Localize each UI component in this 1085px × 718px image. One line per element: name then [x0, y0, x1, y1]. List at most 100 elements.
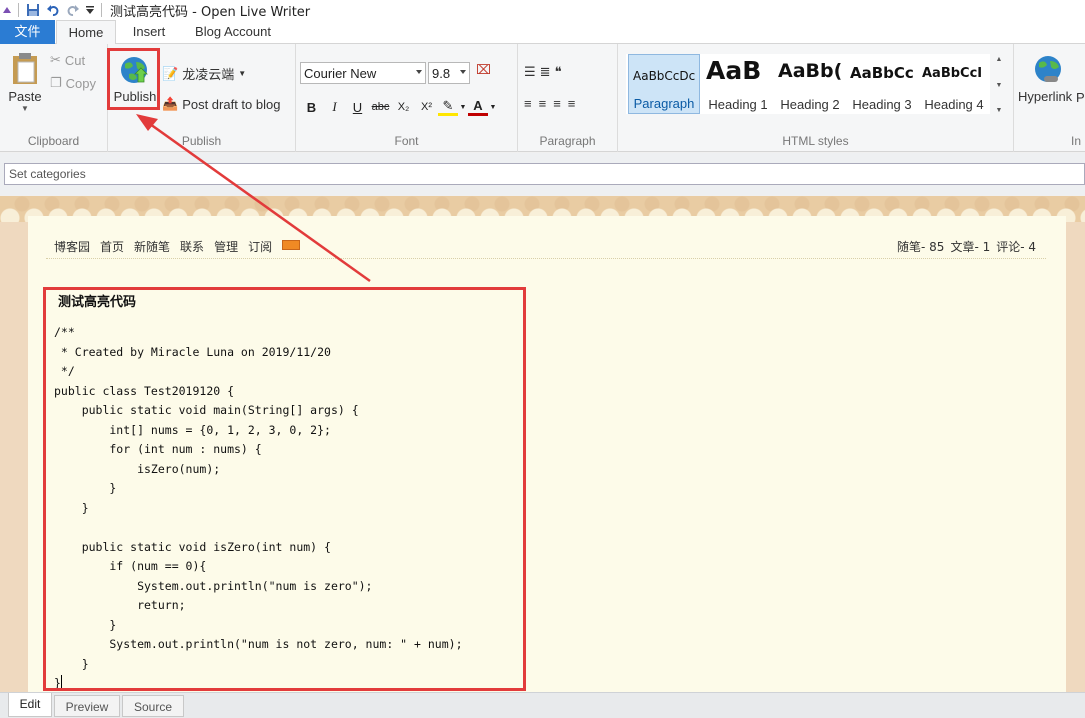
align-right-icon[interactable]: ≡: [553, 96, 561, 111]
blog-selector[interactable]: 📝 龙凌云端 ▼: [162, 64, 246, 83]
style-sample: AaB: [706, 56, 762, 85]
toolbar-separator: [101, 3, 102, 17]
style-sample: AaBb(: [778, 60, 843, 82]
copy-icon: ❐: [50, 75, 62, 90]
blog-stats: 随笔- 85 文章- 1 评论- 4: [897, 238, 1036, 255]
underline-icon[interactable]: U: [346, 96, 369, 118]
tab-blog-account[interactable]: Blog Account: [186, 20, 280, 44]
tab-edit[interactable]: Edit: [8, 693, 52, 717]
scroll-down-icon[interactable]: ▼: [996, 82, 1003, 89]
bullet-list-icon[interactable]: ☰: [524, 64, 536, 80]
blockquote-icon[interactable]: ❝: [555, 64, 562, 80]
nav-item[interactable]: 首页: [100, 238, 124, 255]
italic-icon[interactable]: I: [323, 96, 346, 118]
blog-edit-icon: 📝: [162, 65, 179, 81]
expand-gallery-icon[interactable]: ▼: [996, 107, 1003, 114]
style-label: Heading 1: [708, 97, 768, 112]
subscript-icon[interactable]: X₂: [392, 96, 415, 118]
align-center-icon[interactable]: ≡: [539, 96, 547, 111]
style-sample: AaBbCcI: [922, 66, 983, 81]
scissors-icon: ✂: [50, 52, 61, 67]
paste-button[interactable]: Paste ▼: [6, 52, 44, 113]
nav-item[interactable]: 新随笔: [134, 238, 170, 255]
stat-articles: 文章- 1: [950, 240, 991, 254]
highlight-color-icon[interactable]: ✎: [438, 98, 458, 116]
chevron-down-icon: ▼: [238, 69, 247, 78]
nav-item[interactable]: 订阅: [248, 238, 272, 255]
style-heading-4[interactable]: AaBbCcI Heading 4: [918, 54, 990, 114]
superscript-icon[interactable]: X²: [415, 96, 438, 118]
paste-dropdown-icon: ▼: [21, 104, 29, 113]
style-paragraph[interactable]: AaBbCcDc Paragraph: [628, 54, 700, 114]
stat-posts: 随笔- 85: [897, 240, 945, 254]
post-highlight-box: [43, 287, 526, 691]
clear-formatting-icon[interactable]: ⌧: [476, 62, 491, 78]
nav-item[interactable]: 联系: [180, 238, 204, 255]
app-icon: [0, 0, 14, 20]
ribbon-tabs: 文件 Home Insert Blog Account: [0, 20, 1085, 45]
cut-button[interactable]: ✂ Cut: [50, 52, 85, 68]
tab-preview[interactable]: Preview: [54, 695, 120, 717]
style-heading-2[interactable]: AaBb( Heading 2: [774, 54, 846, 114]
rss-icon[interactable]: [282, 240, 301, 250]
tab-home[interactable]: Home: [56, 20, 116, 45]
style-label: Heading 4: [924, 97, 984, 112]
nav-item[interactable]: 博客园: [54, 238, 90, 255]
align-left-icon[interactable]: ≡: [524, 96, 532, 111]
font-family-select[interactable]: Courier New: [300, 62, 426, 84]
style-label: Heading 3: [852, 97, 912, 112]
html-styles-group: AaBbCcDc Paragraph AaB Heading 1 AaBb( H…: [618, 44, 1014, 152]
font-size-select[interactable]: 9.8: [428, 62, 470, 84]
font-format-buttons: B I U abc X₂ X² ✎ ▼ A ▼: [300, 96, 498, 118]
nav-divider: [46, 258, 1046, 259]
copy-button[interactable]: ❐ Copy: [50, 75, 96, 91]
categories-bar: Set categories: [0, 153, 1085, 195]
redo-icon[interactable]: [63, 0, 83, 20]
save-icon[interactable]: [23, 0, 43, 20]
align-justify-icon[interactable]: ≡: [568, 96, 576, 111]
hyperlink-button[interactable]: Hyperlink: [1018, 54, 1078, 104]
styles-gallery: AaBbCcDc Paragraph AaB Heading 1 AaBb( H…: [626, 54, 990, 114]
bold-icon[interactable]: B: [300, 96, 323, 118]
style-sample: AaBbCc: [850, 64, 914, 82]
insert-overflow-label: P: [1076, 90, 1085, 105]
style-sample: AaBbCcDc: [633, 69, 696, 83]
blog-nav: 博客园 首页 新随笔 联系 管理 订阅: [54, 238, 301, 255]
ribbon: Paste ▼ ✂ Cut ❐ Copy Clipboard Publish 📝…: [0, 44, 1085, 152]
font-color-dropdown-icon[interactable]: ▼: [488, 96, 498, 118]
font-size-value: 9.8: [432, 65, 451, 81]
font-family-value: Courier New: [304, 65, 377, 81]
style-heading-1[interactable]: AaB Heading 1: [702, 54, 774, 114]
paste-icon: [13, 53, 37, 84]
style-label: Paragraph: [633, 96, 695, 111]
categories-input[interactable]: Set categories: [4, 163, 1085, 185]
publish-highlight-box: [107, 48, 160, 110]
toolbar-separator: [18, 3, 19, 17]
tab-file[interactable]: 文件: [0, 20, 55, 44]
draft-upload-icon: 📤: [162, 96, 179, 111]
post-draft-button[interactable]: 📤 Post draft to blog: [162, 96, 280, 112]
post-draft-label: Post draft to blog: [182, 96, 281, 112]
nav-item[interactable]: 管理: [214, 238, 238, 255]
font-color-icon[interactable]: A: [468, 98, 488, 116]
title-bar: 测试高亮代码 - Open Live Writer: [0, 0, 1085, 20]
highlight-dropdown-icon[interactable]: ▼: [458, 96, 468, 118]
paragraph-group-label: Paragraph: [539, 134, 596, 148]
copy-label: Copy: [65, 75, 97, 91]
tab-insert[interactable]: Insert: [124, 20, 174, 44]
style-heading-3[interactable]: AaBbCc Heading 3: [846, 54, 918, 114]
styles-scroll: ▲ ▼ ▼: [992, 56, 1006, 114]
scroll-up-icon[interactable]: ▲: [996, 56, 1003, 63]
font-group-label: Font: [394, 134, 419, 148]
tab-source[interactable]: Source: [122, 695, 184, 717]
view-tabs: Edit Preview Source: [0, 692, 1085, 718]
blog-name: 龙凌云端: [182, 67, 235, 82]
customize-toolbar-icon[interactable]: [83, 0, 97, 20]
undo-icon[interactable]: [43, 0, 63, 20]
window-title: 测试高亮代码 - Open Live Writer: [110, 4, 311, 20]
style-label: Heading 2: [780, 97, 840, 112]
numbered-list-icon[interactable]: ≣: [540, 64, 551, 80]
chevron-down-icon: [416, 70, 422, 74]
quick-access-toolbar: [0, 0, 106, 20]
strikethrough-icon[interactable]: abc: [369, 96, 392, 118]
